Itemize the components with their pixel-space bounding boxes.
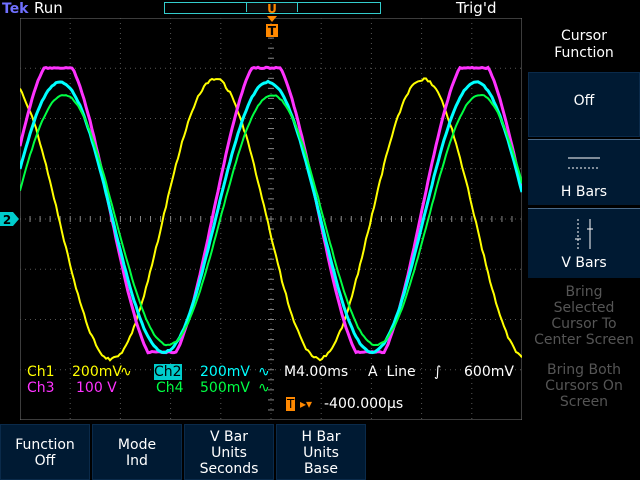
v-bar-units-button[interactable]: V Bar Units Seconds [184, 424, 274, 480]
function-value: Off [1, 453, 89, 469]
v-bars-label: V Bars [528, 255, 640, 271]
bring-selected-cursor-button[interactable]: Bring Selected Cursor To Center Screen [528, 284, 640, 348]
trigger-position-marker[interactable]: T U [264, 0, 280, 40]
side-menu-title: Cursor Function [528, 28, 640, 68]
mode-value: Ind [93, 453, 181, 469]
brand-logo: Tek [2, 1, 29, 17]
bring-selected-line1: Bring [528, 284, 640, 300]
bring-selected-line2: Selected [528, 300, 640, 316]
v-bar-units-line3: Seconds [185, 461, 273, 477]
bring-selected-line3: Cursor To [528, 316, 640, 332]
h-bar-units-line2: Units [277, 445, 365, 461]
v-bar-units-line1: V Bar [185, 429, 273, 445]
v-bar-units-line2: Units [185, 445, 273, 461]
h-bar-units-button[interactable]: H Bar Units Base [276, 424, 366, 480]
cursor-off-button[interactable]: Off [528, 72, 640, 137]
h-bars-button[interactable]: H Bars [528, 139, 640, 205]
h-bars-label: H Bars [528, 184, 640, 200]
run-state: Run [34, 0, 63, 17]
svg-text:2: 2 [3, 213, 11, 227]
bring-both-cursors-button[interactable]: Bring Both Cursors On Screen [528, 362, 640, 410]
h-bar-units-line3: Base [277, 461, 365, 477]
side-title-line2: Function [528, 45, 640, 62]
function-label: Function [1, 437, 89, 453]
bring-both-line2: Cursors On [528, 378, 640, 394]
side-title-line1: Cursor [528, 28, 640, 45]
cursor-off-label: Off [529, 93, 639, 109]
bring-both-line3: Screen [528, 394, 640, 410]
function-off-button[interactable]: Function Off [0, 424, 90, 480]
h-bar-units-line1: H Bar [277, 429, 365, 445]
bring-selected-line4: Center Screen [528, 332, 640, 348]
bring-both-line1: Bring Both [528, 362, 640, 378]
svg-text:U: U [267, 2, 277, 16]
waveform-display[interactable] [20, 18, 522, 420]
mode-label: Mode [93, 437, 181, 453]
svg-text:T: T [268, 24, 277, 38]
v-bars-button[interactable]: V Bars [528, 208, 640, 278]
ch2-ground-marker[interactable]: 2 [0, 212, 20, 228]
v-bars-icon [568, 217, 600, 251]
mode-ind-button[interactable]: Mode Ind [92, 424, 182, 480]
h-bars-icon [568, 154, 600, 174]
status-bar: Tek Run Trig'd [0, 0, 640, 18]
trigger-state: Trig'd [456, 0, 496, 17]
